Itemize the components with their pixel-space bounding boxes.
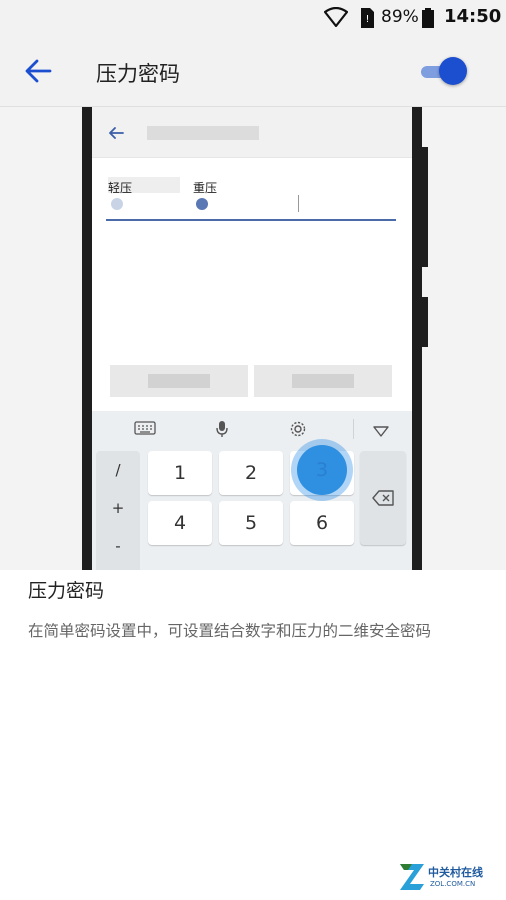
pressure-password-toggle[interactable]: [417, 56, 473, 86]
microphone-icon: [215, 420, 229, 442]
feature-title: 压力密码: [28, 580, 105, 602]
gear-icon: [289, 420, 307, 442]
phone-side-button: [422, 147, 428, 267]
mock-button-placeholder: [148, 374, 210, 388]
watermark-url: ZOL.COM.CN: [430, 880, 476, 888]
text-cursor: [298, 195, 299, 212]
back-arrow-icon[interactable]: [24, 58, 52, 88]
phone-mockup: 轻压 重压 / + - 1 2 4 5 6 3: [82, 107, 428, 570]
digit-key: 6: [290, 501, 354, 545]
light-press-dot: [111, 198, 123, 210]
keypad-symbol-column: / + -: [96, 451, 140, 570]
feature-description: 在简单密码设置中，可设置结合数字和压力的二维安全密码: [28, 622, 432, 640]
digit-key: 4: [148, 501, 212, 545]
phone-screen: 轻压 重压 / + - 1 2 4 5 6 3: [92, 107, 412, 570]
backspace-key: [360, 451, 406, 545]
back-arrow-icon: [108, 125, 124, 144]
chevron-down-icon: [373, 423, 389, 442]
heavy-press-label: 重压: [193, 181, 218, 195]
sim-icon: !: [359, 7, 375, 33]
keyboard-icon: [134, 420, 156, 440]
toggle-thumb: [439, 57, 467, 85]
slash-key: /: [115, 461, 121, 479]
mock-title-placeholder: [147, 126, 259, 140]
watermark-text: 中关村在线: [428, 866, 483, 879]
status-bar: ! 89% 14:50: [0, 0, 506, 36]
backspace-icon: [372, 489, 394, 511]
svg-text:!: !: [365, 14, 369, 25]
clock: 14:50: [444, 6, 502, 27]
mock-button: [110, 365, 248, 397]
mock-button-placeholder: [292, 374, 354, 388]
wifi-icon: [323, 6, 349, 31]
light-press-label: 轻压: [108, 181, 133, 195]
digit-key: 1: [148, 451, 212, 495]
mock-keyboard: / + - 1 2 4 5 6 3: [92, 411, 412, 570]
battery-icon: [421, 8, 435, 32]
battery-percent: 89%: [381, 7, 419, 27]
minus-key: -: [115, 537, 121, 555]
plus-key: +: [111, 499, 125, 517]
digit-key: 5: [219, 501, 283, 545]
page-title: 压力密码: [96, 62, 180, 86]
illustration: 轻压 重压 / + - 1 2 4 5 6 3: [0, 107, 506, 570]
heavy-press-dot: [196, 198, 208, 210]
input-underline: [106, 219, 396, 221]
phone-side-button: [422, 297, 428, 347]
press-indicator: 3: [297, 445, 347, 495]
keyboard-toolbar: [92, 411, 412, 447]
toolbar-divider: [353, 419, 354, 439]
app-bar: 压力密码: [0, 36, 506, 107]
zol-logo-icon: [398, 862, 426, 896]
digit-key: 2: [219, 451, 283, 495]
mock-button: [254, 365, 392, 397]
